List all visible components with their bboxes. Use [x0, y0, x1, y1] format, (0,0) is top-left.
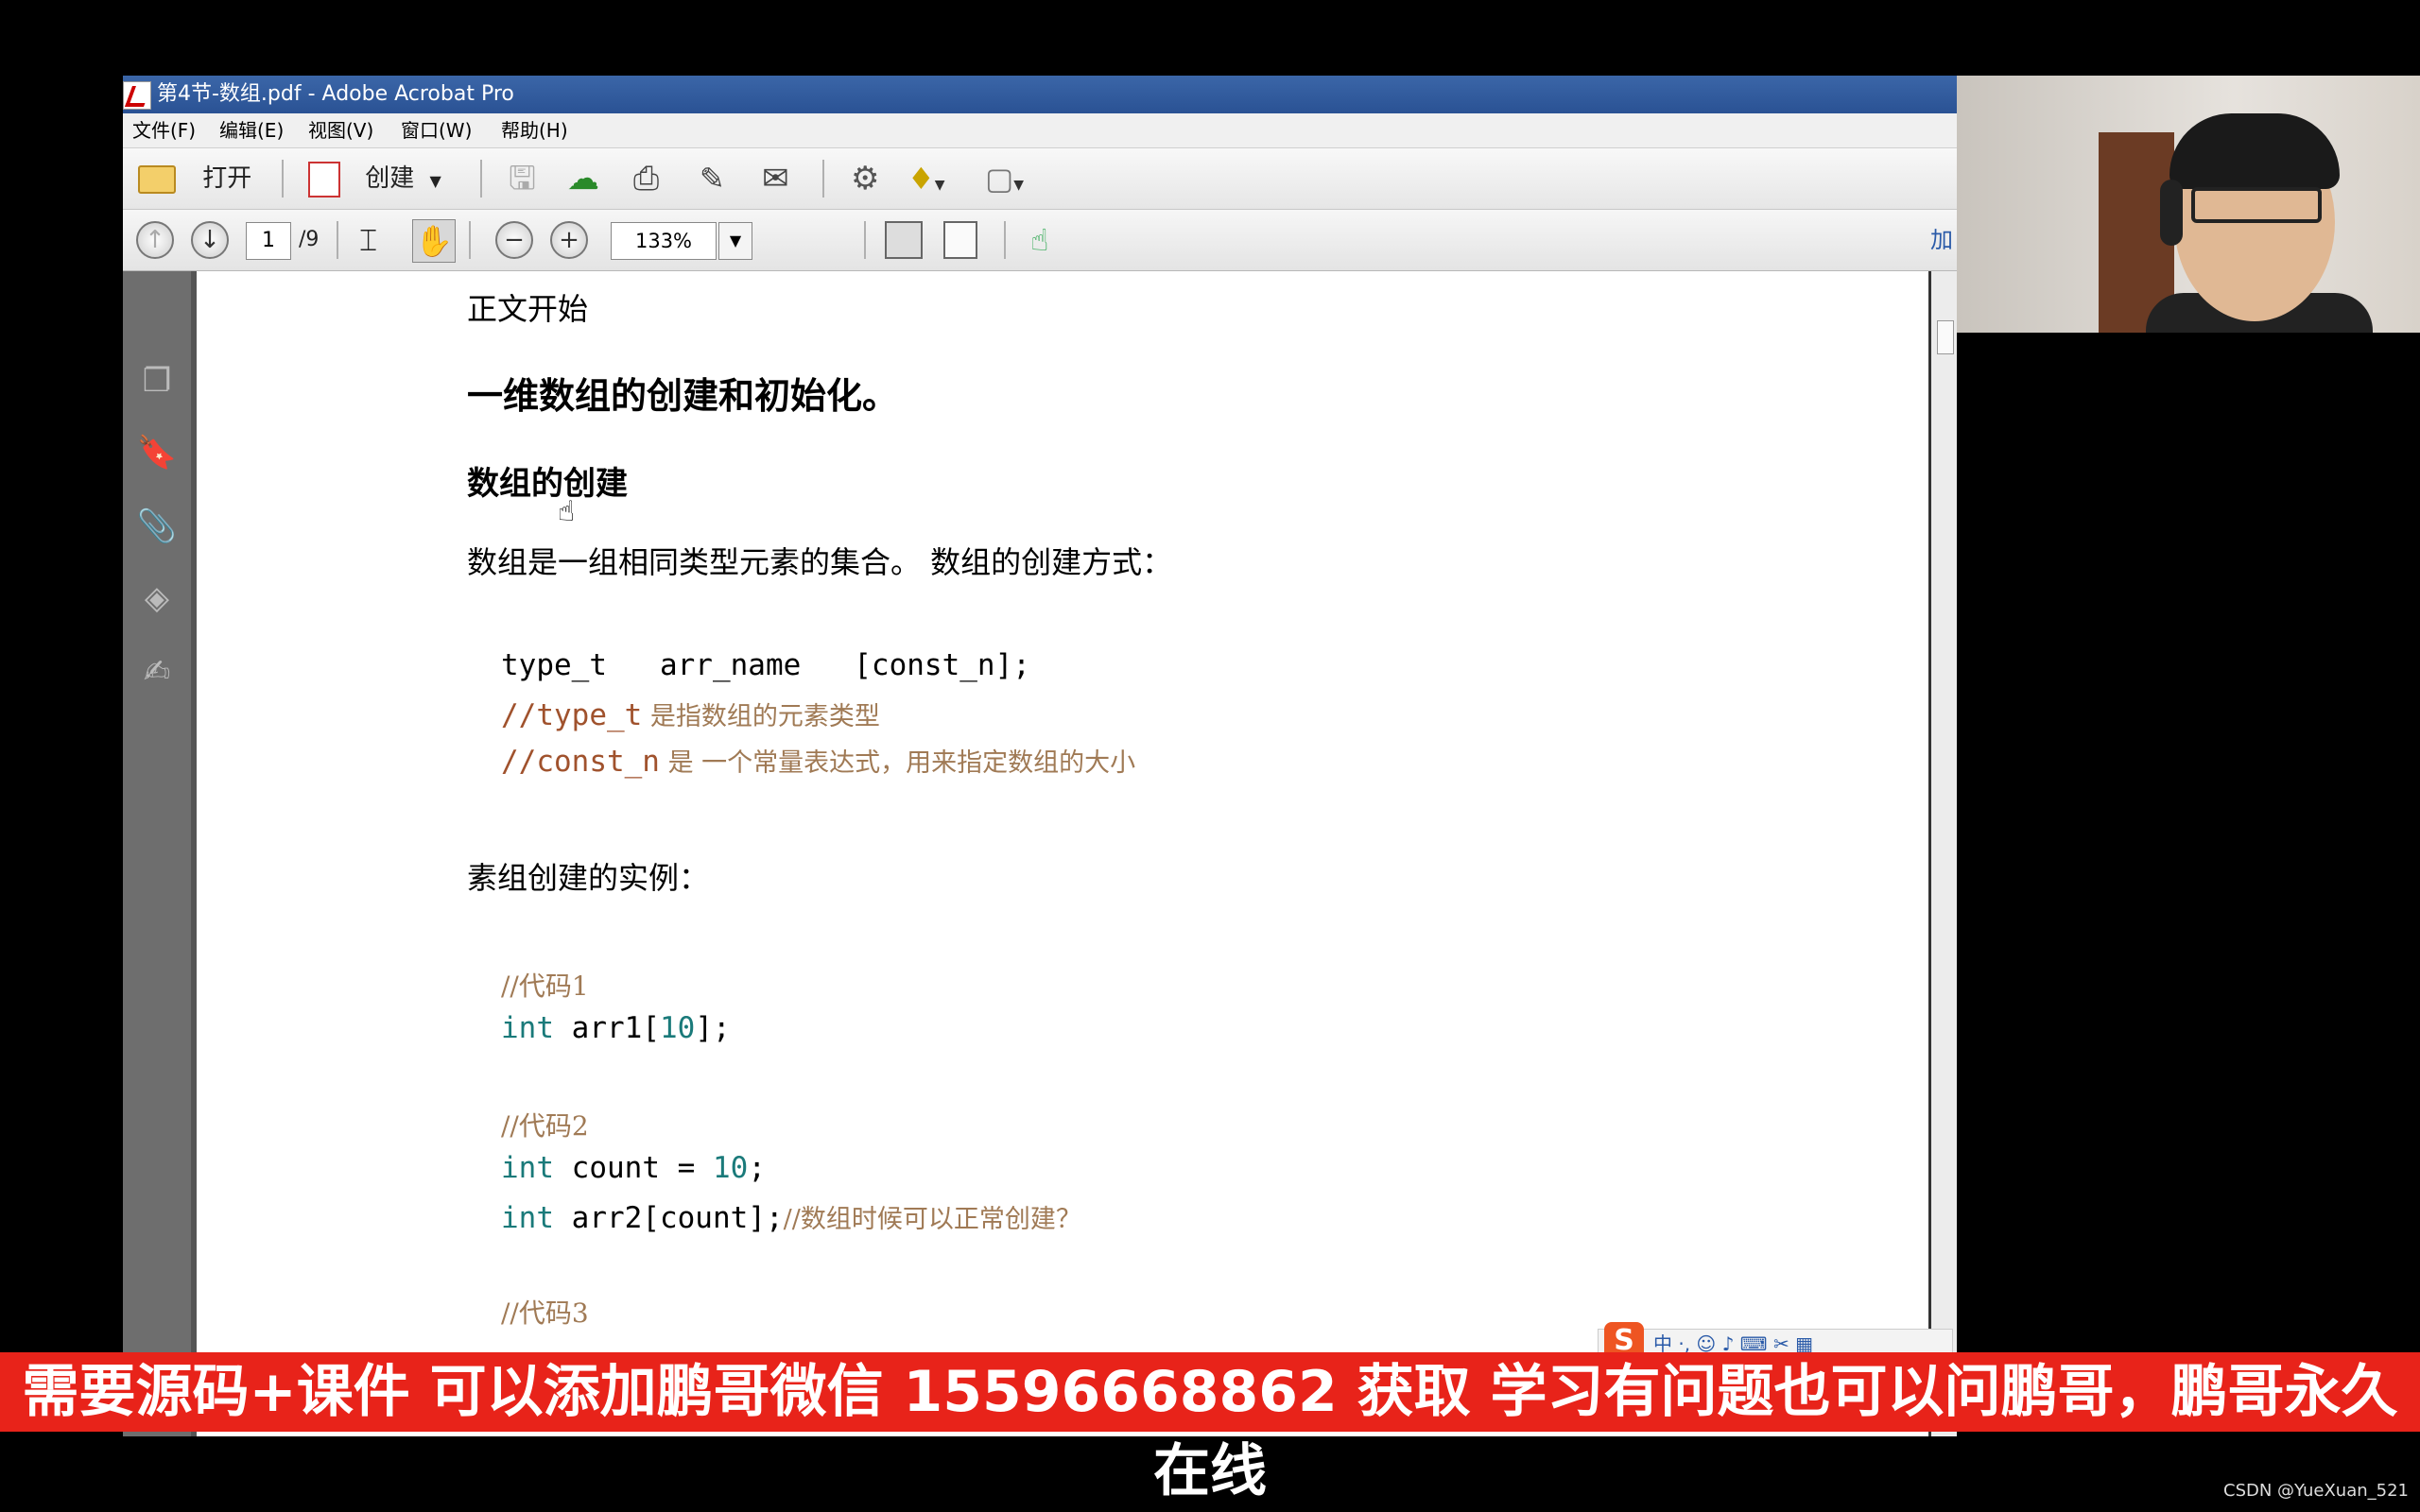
edit-icon[interactable]: ✎	[700, 160, 737, 198]
heading-1d-array: 一维数组的创建和初始化。	[467, 375, 899, 417]
pdf-app-icon	[123, 81, 151, 110]
gear-icon[interactable]: ⚙	[851, 160, 889, 198]
layers-icon[interactable]: ◈	[136, 577, 178, 619]
code-comment-3: //代码3	[501, 1297, 589, 1329]
vertical-scrollbar[interactable]	[1928, 271, 1957, 1436]
arrow-down-icon: ↓	[191, 221, 229, 259]
code-comment-type: //type_t 是指数组的元素类型	[501, 698, 880, 732]
scrollbar-thumb[interactable]	[1937, 320, 1954, 354]
main-toolbar: 打开 创建 ▼ 🖫 ☁ ⎙ ✎ ✉ ⚙ ♦▼ ▢▼	[123, 148, 1957, 210]
code-comment-const: //const_n 是 一个常量表达式，用来指定数组的大小	[501, 745, 1136, 779]
webcam-overlay	[1957, 76, 2420, 333]
watermark-credit: CSDN @YueXuan_521	[2223, 1481, 2409, 1501]
touch-mode-icon[interactable]: ☝	[1030, 221, 1068, 259]
previous-page-button[interactable]: ↑	[136, 221, 174, 259]
promo-text: 需要源码+课件 可以添加鹏哥微信 15596668862 获取 学习有问题也可以…	[22, 1359, 2398, 1504]
create-button[interactable]: 创建 ▼	[308, 160, 441, 198]
total-pages: /9	[299, 228, 320, 251]
navigation-toolbar: ↑ ↓ 1 /9 ⌶ ✋ − + 133% ▼ ☝ 加	[123, 210, 1957, 271]
page-number-input[interactable]: 1	[246, 222, 291, 260]
print-icon[interactable]: ⎙	[633, 160, 671, 198]
pages-icon[interactable]: ❐	[136, 360, 178, 402]
open-button[interactable]: 打开	[138, 160, 251, 198]
zoom-in-button[interactable]: +	[550, 221, 588, 259]
secure-icon[interactable]: ♦▼	[908, 160, 945, 198]
code-comment-2: //代码2	[501, 1110, 589, 1142]
save-icon[interactable]: 🖫	[509, 160, 546, 198]
attachment-icon[interactable]: 📎	[136, 506, 178, 547]
paragraph-examples: 素组创建的实例：	[467, 860, 710, 896]
fit-page-icon[interactable]	[885, 221, 923, 259]
plus-icon: +	[550, 221, 588, 259]
acrobat-window: 第4节-数组.pdf - Adobe Acrobat Pro 文件(F) 编辑(…	[123, 76, 1957, 1436]
tools-link[interactable]: 加	[1930, 221, 1953, 259]
zoom-out-button[interactable]: −	[495, 221, 533, 259]
code-line-arr1: int arr1[10];	[501, 1011, 731, 1045]
headset-icon	[2160, 180, 2183, 246]
sign-icon[interactable]: ▢▼	[985, 160, 1024, 198]
open-label: 打开	[202, 164, 252, 193]
promo-banner: 需要源码+课件 可以添加鹏哥微信 15596668862 获取 学习有问题也可以…	[0, 1352, 2420, 1504]
code-declaration: type_t arr_name [const_n];	[501, 648, 1030, 682]
cloud-upload-icon[interactable]: ☁	[567, 160, 605, 198]
minus-icon: −	[495, 221, 533, 259]
email-icon[interactable]: ✉	[762, 160, 800, 198]
page-edge	[191, 271, 197, 1436]
menu-view[interactable]: 视图(V)	[308, 113, 373, 147]
code-line-arr2: int arr2[count];//数组时候可以正常创建？	[501, 1201, 1081, 1235]
menu-file[interactable]: 文件(F)	[132, 113, 196, 147]
body-start-text: 正文开始	[467, 291, 589, 327]
navigation-panel: ❐ 🔖 📎 ◈ ✍	[123, 271, 191, 1436]
signature-icon[interactable]: ✍	[136, 651, 178, 693]
fit-width-icon[interactable]	[943, 221, 977, 259]
code-comment-1: //代码1	[501, 971, 589, 1002]
paragraph-definition: 数组是一组相同类型元素的集合。 数组的创建方式：	[467, 544, 1173, 580]
document-viewer[interactable]	[191, 271, 1957, 1436]
code-line-count: int count = 10;	[501, 1151, 766, 1185]
window-title: 第4节-数组.pdf - Adobe Acrobat Pro	[157, 82, 514, 106]
bookmark-icon[interactable]: 🔖	[136, 432, 178, 473]
presenter-hair	[2169, 113, 2340, 189]
zoom-dropdown[interactable]: ▼	[718, 222, 752, 260]
menu-edit[interactable]: 编辑(E)	[219, 113, 284, 147]
create-pdf-icon	[308, 161, 340, 198]
folder-icon	[138, 164, 176, 194]
menu-help[interactable]: 帮助(H)	[501, 113, 568, 147]
heading-array-creation: 数组的创建	[467, 465, 628, 503]
menu-bar: 文件(F) 编辑(E) 视图(V) 窗口(W) 帮助(H)	[123, 113, 1957, 148]
presenter-glasses	[2191, 187, 2322, 223]
title-bar: 第4节-数组.pdf - Adobe Acrobat Pro	[123, 76, 1957, 113]
chevron-down-icon: ▼	[729, 232, 742, 249]
create-label: 创建	[365, 164, 415, 193]
hand-cursor-icon: ☝	[558, 495, 576, 528]
menu-window[interactable]: 窗口(W)	[401, 113, 472, 147]
next-page-button[interactable]: ↓	[191, 221, 229, 259]
arrow-up-icon: ↑	[136, 221, 174, 259]
hand-tool-icon[interactable]: ✋	[412, 219, 456, 263]
select-tool-icon[interactable]: ⌶	[359, 221, 397, 259]
chevron-down-icon: ▼	[429, 172, 441, 190]
zoom-level-input[interactable]: 133%	[611, 222, 717, 260]
